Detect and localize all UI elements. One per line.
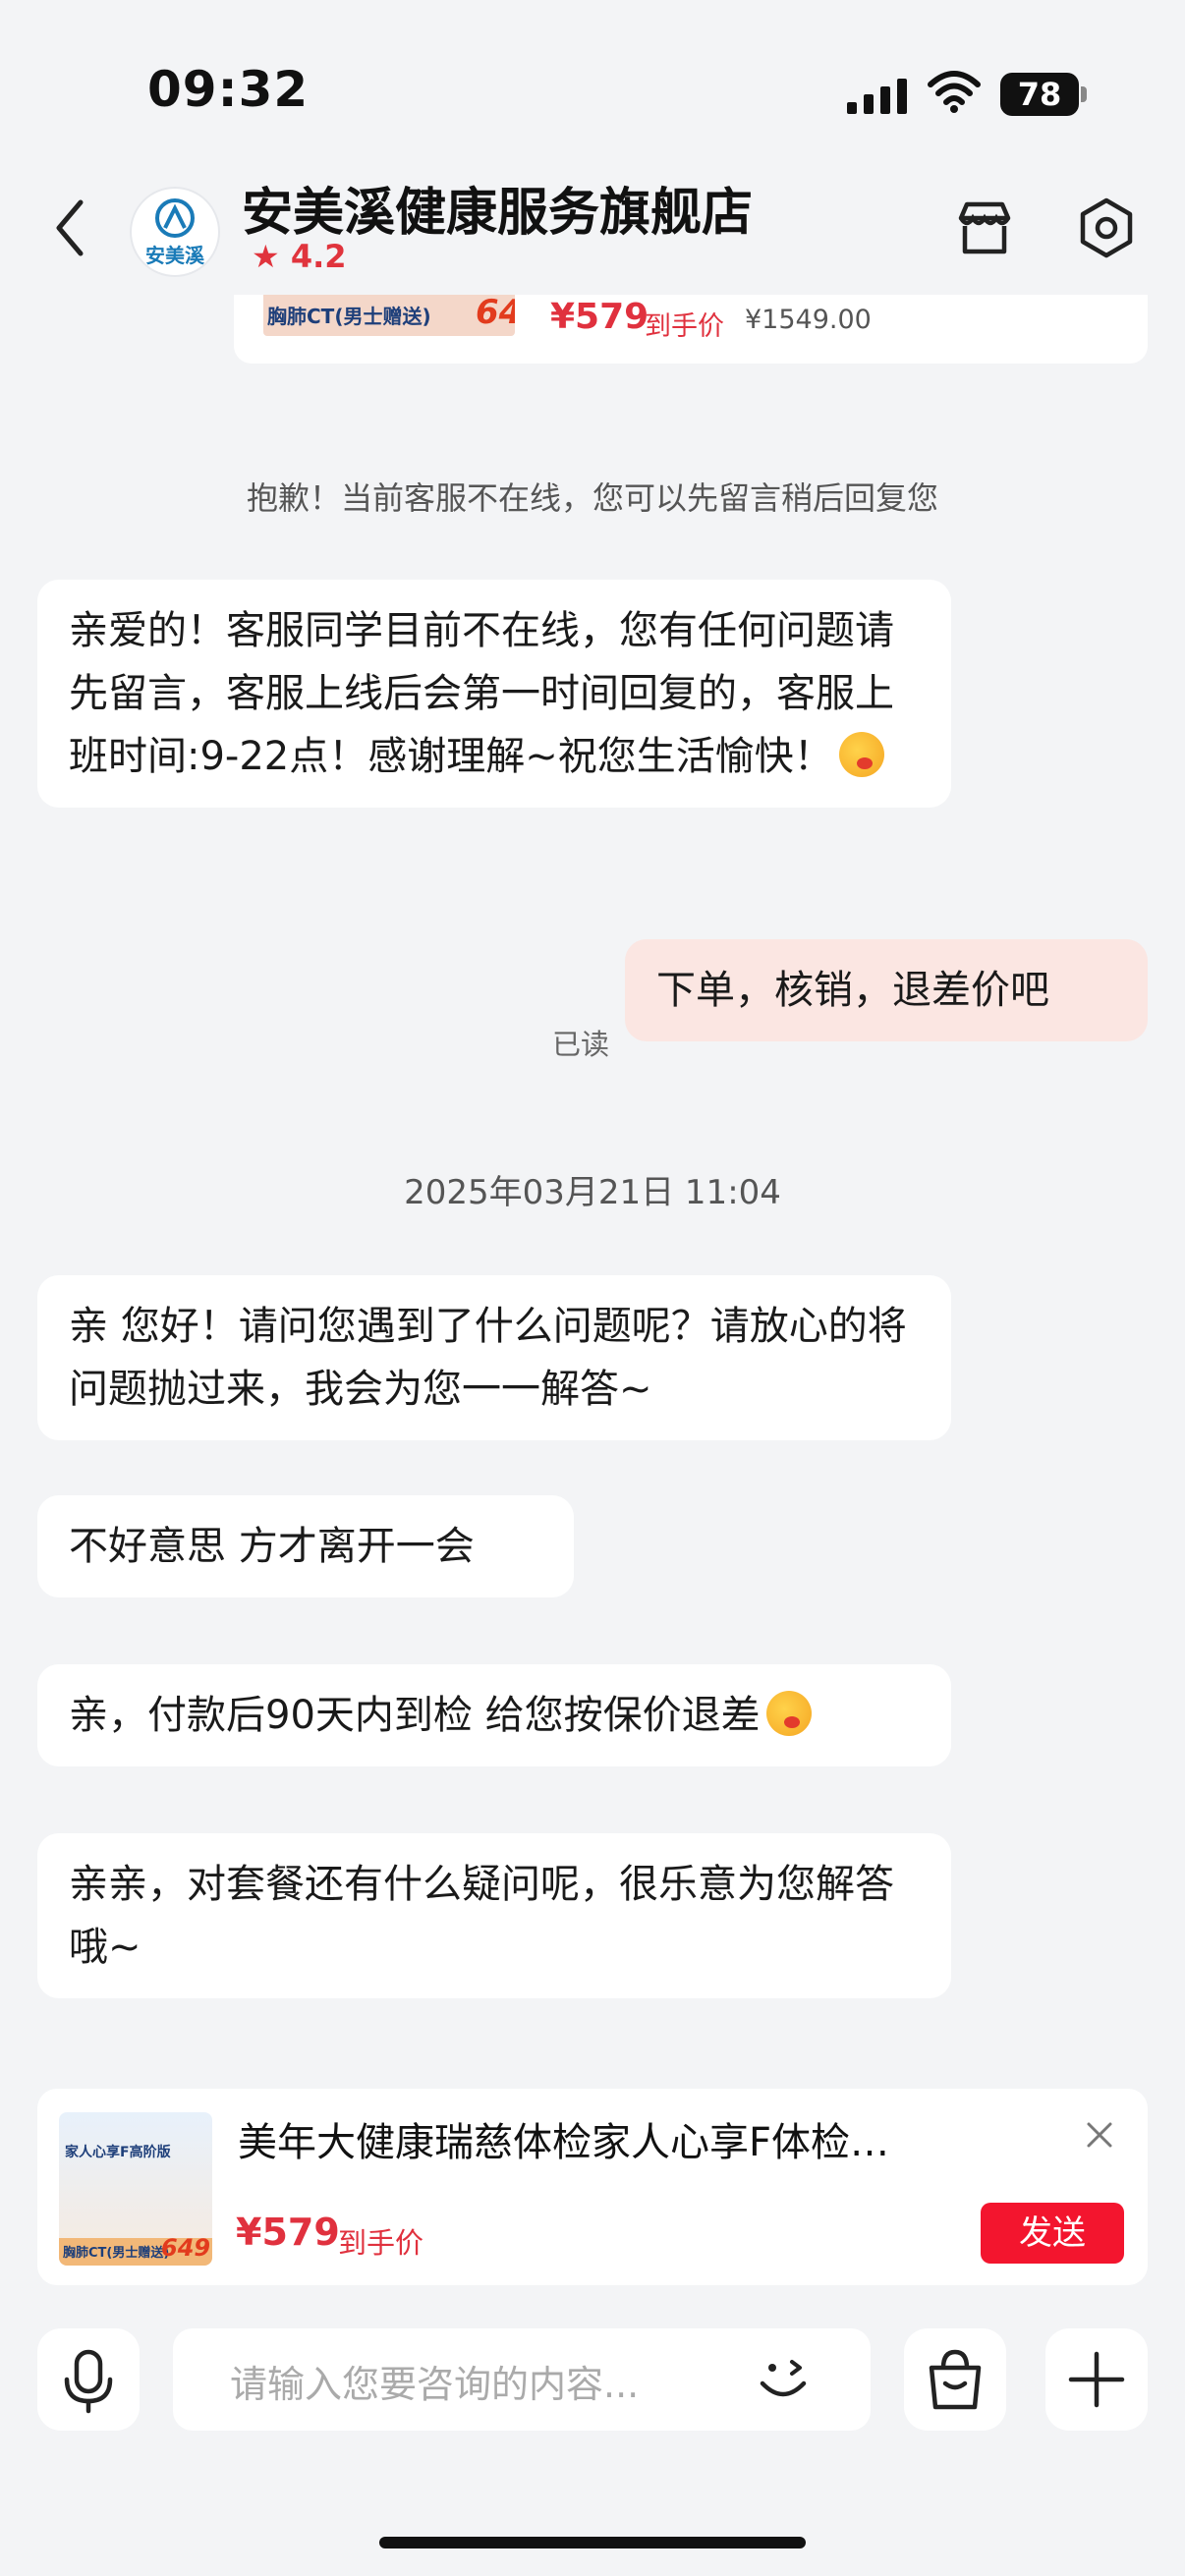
message-bubble: 亲 您好！请问您遇到了什么问题呢？请放心的将问题抛过来，我会为您一一解答~	[37, 1275, 951, 1440]
rating-value: 4.2	[290, 238, 347, 275]
back-arrow-icon[interactable]	[51, 198, 90, 257]
cellular-signal-icon	[847, 79, 907, 114]
message-bubble: 亲亲，对套餐还有什么疑问呢，很乐意为您解答哦~	[37, 1833, 951, 1998]
message-text: 亲，付款后90天内到检 给您按保价退差	[69, 1693, 761, 1738]
pinned-product-card[interactable]: 胸肺CT(男士赠送) 649 ¥579 到手价 ¥1549.00	[234, 295, 1148, 364]
my-message-bubble: 下单，核销，退差价吧	[625, 939, 1148, 1041]
read-status: 已读	[552, 1028, 610, 1061]
product-share-card[interactable]: 家人心享F高阶版 胸肺CT(男士赠送) 649 美年大健康瑞慈体检家人心享F体检…	[37, 2089, 1148, 2285]
shop-rating: ★ 4.2	[252, 238, 347, 275]
system-notice: 抱歉！当前客服不在线，您可以先留言稍后回复您	[246, 479, 938, 517]
settings-hexagon-icon[interactable]	[1073, 195, 1140, 261]
shop-name[interactable]: 安美溪健康服务旗舰店	[242, 171, 753, 245]
pinned-original-price: ¥1549.00	[745, 305, 872, 335]
shopping-bag-icon	[929, 2349, 982, 2410]
message-bubble: 亲，付款后90天内到检 给您按保价退差	[37, 1664, 951, 1766]
message-text: 不好意思 方才离开一会	[69, 1524, 475, 1569]
my-message-text: 下单，核销，退差价吧	[656, 968, 1049, 1013]
send-button[interactable]: 发送	[981, 2203, 1124, 2264]
product-price-label: 到手价	[338, 2226, 424, 2260]
pinned-product-price: ¥579	[550, 297, 649, 337]
product-thumbnail: 家人心享F高阶版 胸肺CT(男士赠送) 649	[59, 2112, 212, 2266]
status-time: 09:32	[147, 61, 310, 118]
products-button[interactable]	[904, 2328, 1006, 2431]
pinned-thumb-text: 胸肺CT(男士赠送)	[267, 305, 431, 328]
message-input-placeholder: 请输入您要咨询的内容...	[230, 2363, 640, 2406]
pinned-price-label: 到手价	[645, 311, 724, 342]
battery-cap	[1081, 86, 1087, 102]
chat-header: 安美溪 安美溪健康服务旗舰店 ★ 4.2	[0, 157, 1185, 295]
store-icon[interactable]	[953, 196, 1016, 259]
input-bar: 请输入您要咨询的内容...	[0, 2319, 1185, 2436]
voice-button[interactable]	[37, 2328, 140, 2431]
chat-timestamp: 2025年03月21日 11:04	[404, 1173, 781, 1212]
emoji-wink-icon[interactable]	[753, 2352, 814, 2407]
plus-icon	[1068, 2351, 1125, 2408]
product-thumb-price: 649	[161, 2234, 211, 2262]
product-thumb-heading: 家人心享F高阶版	[65, 2145, 171, 2160]
message-text: 亲 您好！请问您遇到了什么问题呢？请放心的将问题抛过来，我会为您一一解答~	[69, 1304, 907, 1412]
status-bar: 09:32 78	[0, 0, 1185, 167]
product-price: ¥579	[236, 2211, 340, 2254]
more-button[interactable]	[1045, 2328, 1148, 2431]
battery-indicator: 78	[1000, 73, 1079, 116]
shop-logo[interactable]: 安美溪	[132, 189, 218, 275]
auto-reply-bubble: 亲爱的！客服同学目前不在线，您有任何问题请先留言，客服上线后会第一时间回复的，客…	[37, 580, 951, 808]
close-icon[interactable]	[1085, 2120, 1114, 2150]
surprised-face-emoji-icon	[765, 1691, 812, 1736]
message-input[interactable]: 请输入您要咨询的内容...	[173, 2328, 871, 2431]
message-bubble: 不好意思 方才离开一会	[37, 1495, 574, 1597]
surprised-face-emoji-icon	[838, 732, 884, 777]
pinned-product-thumbnail: 胸肺CT(男士赠送) 649	[263, 295, 515, 336]
product-title[interactable]: 美年大健康瑞慈体检家人心享F体检…	[238, 2110, 985, 2167]
logo-text: 安美溪	[145, 244, 204, 267]
pinned-thumb-price: 649	[476, 295, 515, 332]
product-thumb-text: 胸肺CT(男士赠送)	[63, 2246, 170, 2261]
message-text: 亲亲，对套餐还有什么疑问呢，很乐意为您解答哦~	[69, 1862, 894, 1970]
home-indicator	[379, 2537, 806, 2548]
wifi-icon	[928, 71, 981, 113]
microphone-icon	[64, 2349, 113, 2414]
auto-reply-text: 亲爱的！客服同学目前不在线，您有任何问题请先留言，客服上线后会第一时间回复的，客…	[69, 608, 894, 779]
star-icon: ★	[252, 238, 280, 275]
